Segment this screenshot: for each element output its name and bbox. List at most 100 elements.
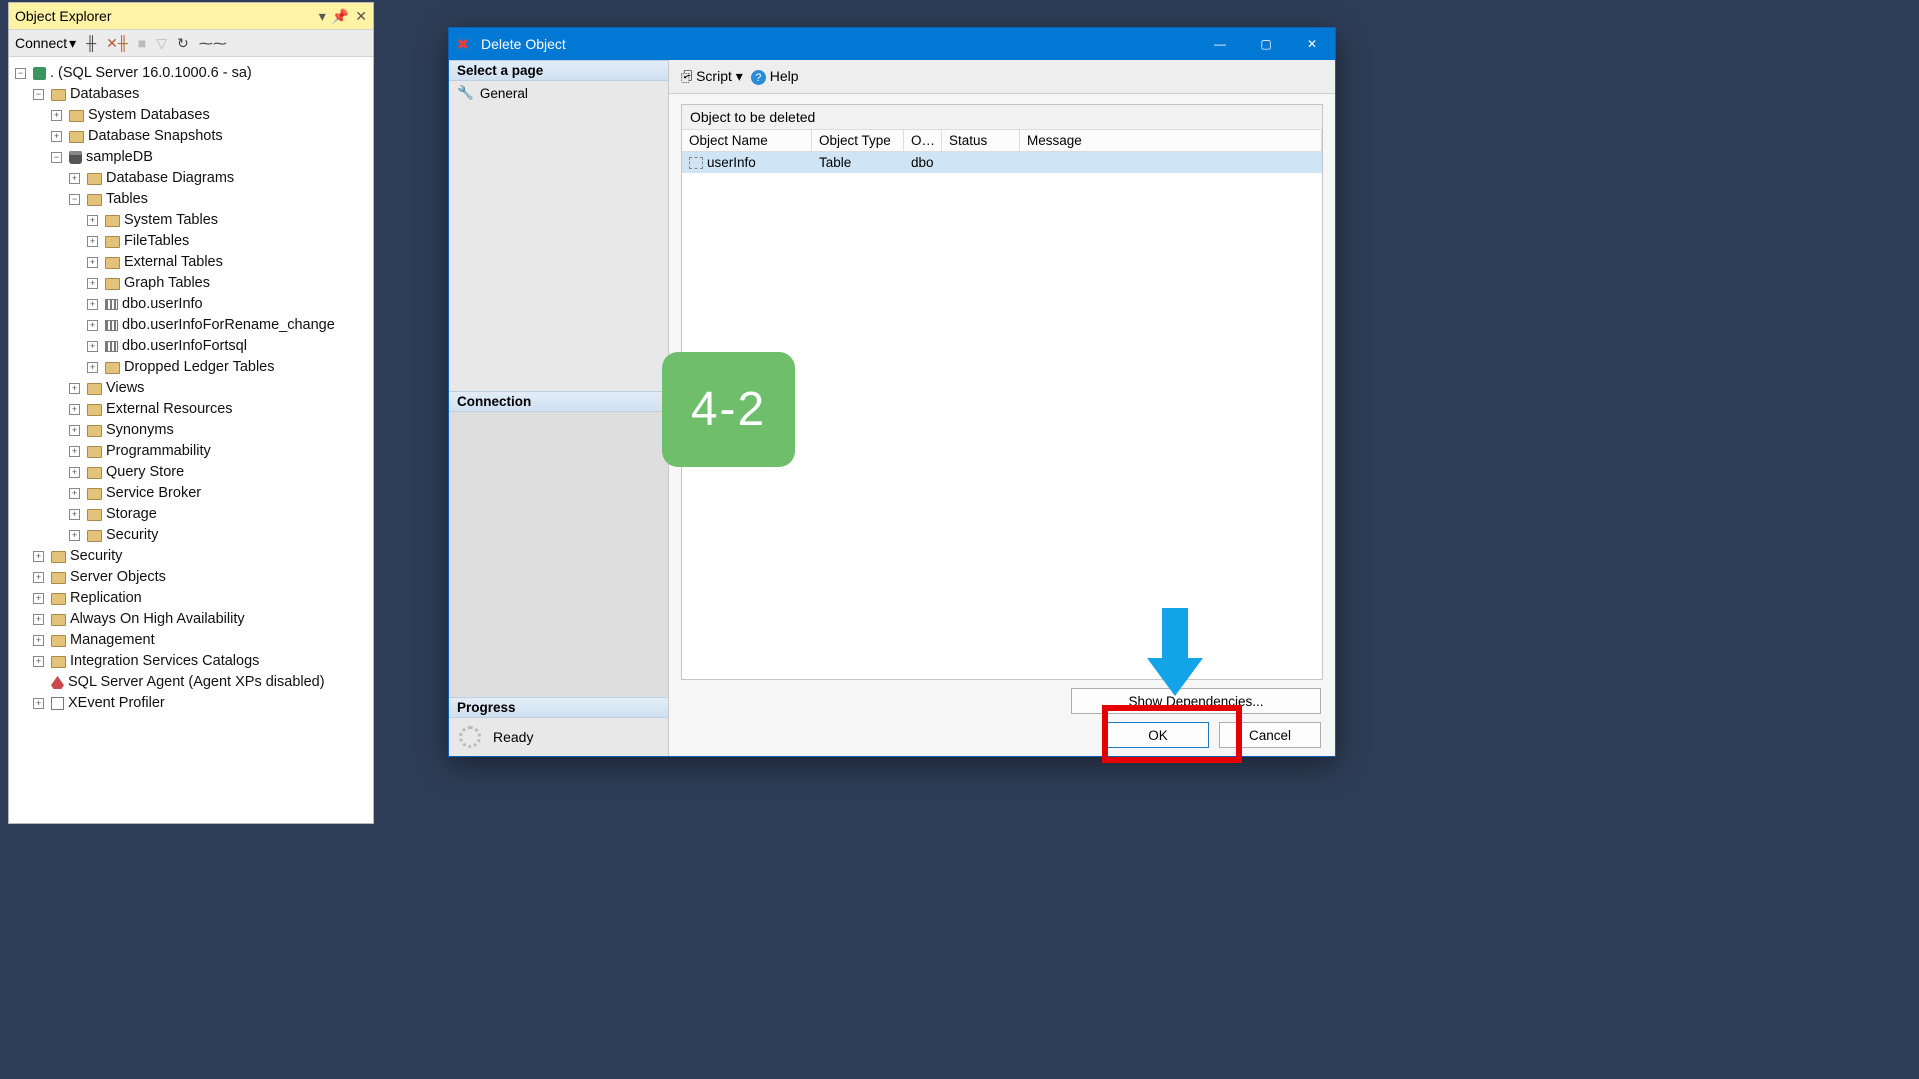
expand-icon[interactable]: + xyxy=(69,425,80,436)
always-on-node[interactable]: +Always On High Availability xyxy=(13,609,369,630)
col-status[interactable]: Status xyxy=(942,130,1020,151)
folder-icon xyxy=(87,467,102,479)
databases-node[interactable]: −Databases xyxy=(13,84,369,105)
col-message[interactable]: Message xyxy=(1020,130,1322,151)
collapse-icon[interactable]: − xyxy=(15,68,26,79)
help-link[interactable]: ? Help xyxy=(751,68,799,86)
expand-icon[interactable]: + xyxy=(87,278,98,289)
help-label: Help xyxy=(770,68,799,84)
expand-icon[interactable]: + xyxy=(87,236,98,247)
table-userinfo-fortsql-node[interactable]: +dbo.userInfoFortsql xyxy=(13,336,369,357)
expand-icon[interactable]: + xyxy=(69,383,80,394)
tables-node[interactable]: −Tables xyxy=(13,189,369,210)
table-userinfo-rename-node[interactable]: +dbo.userInfoForRename_change xyxy=(13,315,369,336)
sql-agent-node[interactable]: SQL Server Agent (Agent XPs disabled) xyxy=(13,672,369,693)
activity-icon[interactable]: ⁓⁓ xyxy=(199,35,227,52)
expand-icon[interactable]: + xyxy=(87,341,98,352)
expand-icon[interactable]: + xyxy=(51,131,62,142)
management-node[interactable]: +Management xyxy=(13,630,369,651)
folder-icon xyxy=(87,194,102,206)
security-db-node[interactable]: +Security xyxy=(13,525,369,546)
expand-icon[interactable]: + xyxy=(33,698,44,709)
expand-icon[interactable]: + xyxy=(69,488,80,499)
expand-icon[interactable]: + xyxy=(69,404,80,415)
node-label: Views xyxy=(106,378,144,399)
table-userinfo-node[interactable]: + dbo.userInfo xyxy=(13,294,369,315)
expand-icon[interactable]: + xyxy=(33,551,44,562)
dropped-ledger-node[interactable]: +Dropped Ledger Tables xyxy=(13,357,369,378)
col-object-type[interactable]: Object Type xyxy=(812,130,904,151)
grid-row-selected[interactable]: userInfo Table dbo xyxy=(682,152,1322,173)
refresh-icon[interactable]: ↻ xyxy=(177,35,189,52)
sampledb-node[interactable]: −sampleDB xyxy=(13,147,369,168)
folder-icon xyxy=(51,593,66,605)
connect-dropdown[interactable]: Connect ▾ xyxy=(15,35,76,52)
pin-icon[interactable]: 📌 xyxy=(332,8,349,25)
expand-icon[interactable]: + xyxy=(33,635,44,646)
stop-icon[interactable]: ■ xyxy=(138,35,146,51)
expand-icon[interactable]: + xyxy=(69,530,80,541)
node-label: XEvent Profiler xyxy=(68,693,165,714)
views-node[interactable]: + Views xyxy=(13,378,369,399)
file-tables-node[interactable]: +FileTables xyxy=(13,231,369,252)
expand-icon[interactable]: + xyxy=(87,215,98,226)
node-label: dbo.userInfo xyxy=(122,294,203,315)
disconnect-all-icon[interactable]: ✕╫ xyxy=(106,35,128,52)
expand-icon[interactable]: + xyxy=(87,362,98,373)
external-resources-node[interactable]: +External Resources xyxy=(13,399,369,420)
folder-icon xyxy=(105,278,120,290)
db-diagrams-node[interactable]: +Database Diagrams xyxy=(13,168,369,189)
object-explorer-titlebar: Object Explorer ▾ 📌 ✕ xyxy=(9,3,373,29)
system-tables-node[interactable]: +System Tables xyxy=(13,210,369,231)
collapse-icon[interactable]: − xyxy=(69,194,80,205)
expand-icon[interactable]: + xyxy=(33,593,44,604)
storage-node[interactable]: +Storage xyxy=(13,504,369,525)
annotation-arrow-icon xyxy=(1147,608,1203,698)
close-button[interactable]: ✕ xyxy=(1289,28,1335,60)
script-icon: ⎘ xyxy=(681,68,692,85)
expand-icon[interactable]: + xyxy=(87,320,98,331)
page-general[interactable]: 🔧 General xyxy=(457,85,660,101)
expand-icon[interactable]: + xyxy=(87,299,98,310)
dialog-titlebar[interactable]: ✖ Delete Object — ▢ ✕ xyxy=(449,28,1335,60)
expand-icon[interactable]: + xyxy=(51,110,62,121)
expand-icon[interactable]: + xyxy=(33,656,44,667)
service-broker-node[interactable]: +Service Broker xyxy=(13,483,369,504)
graph-tables-node[interactable]: +Graph Tables xyxy=(13,273,369,294)
cell-owner: dbo xyxy=(904,152,942,173)
expand-icon[interactable]: + xyxy=(69,509,80,520)
script-dropdown[interactable]: ⎘ Script ▾ xyxy=(681,68,743,85)
annotation-highlight-box xyxy=(1102,705,1242,763)
expand-icon[interactable]: + xyxy=(69,446,80,457)
expand-icon[interactable]: + xyxy=(33,614,44,625)
isc-node[interactable]: +Integration Services Catalogs xyxy=(13,651,369,672)
system-databases-node[interactable]: +System Databases xyxy=(13,105,369,126)
disconnect-icon[interactable]: ╫ xyxy=(86,35,96,51)
expand-icon[interactable]: + xyxy=(33,572,44,583)
programmability-node[interactable]: + Programmability xyxy=(13,441,369,462)
minimize-button[interactable]: — xyxy=(1197,28,1243,60)
collapse-icon[interactable]: − xyxy=(51,152,62,163)
query-store-node[interactable]: +Query Store xyxy=(13,462,369,483)
maximize-button[interactable]: ▢ xyxy=(1243,28,1289,60)
xevent-icon xyxy=(51,697,64,710)
expand-icon[interactable]: + xyxy=(87,257,98,268)
server-node[interactable]: −. (SQL Server 16.0.1000.6 - sa) xyxy=(13,63,369,84)
col-object-name[interactable]: Object Name xyxy=(682,130,812,151)
object-explorer-tree[interactable]: −. (SQL Server 16.0.1000.6 - sa) −Databa… xyxy=(9,57,373,823)
dropdown-arrow-icon[interactable]: ▾ xyxy=(319,8,326,25)
external-tables-node[interactable]: +External Tables xyxy=(13,252,369,273)
filter-icon[interactable]: ▽ xyxy=(156,35,167,52)
collapse-icon[interactable]: − xyxy=(33,89,44,100)
synonyms-node[interactable]: +Synonyms xyxy=(13,420,369,441)
expand-icon[interactable]: + xyxy=(69,467,80,478)
close-panel-icon[interactable]: ✕ xyxy=(355,8,367,25)
xevent-profiler-node[interactable]: + XEvent Profiler xyxy=(13,693,369,714)
security-node[interactable]: +Security xyxy=(13,546,369,567)
node-label: Programmability xyxy=(106,441,211,462)
replication-node[interactable]: +Replication xyxy=(13,588,369,609)
col-owner[interactable]: O… xyxy=(904,130,942,151)
server-objects-node[interactable]: +Server Objects xyxy=(13,567,369,588)
db-snapshots-node[interactable]: +Database Snapshots xyxy=(13,126,369,147)
expand-icon[interactable]: + xyxy=(69,173,80,184)
